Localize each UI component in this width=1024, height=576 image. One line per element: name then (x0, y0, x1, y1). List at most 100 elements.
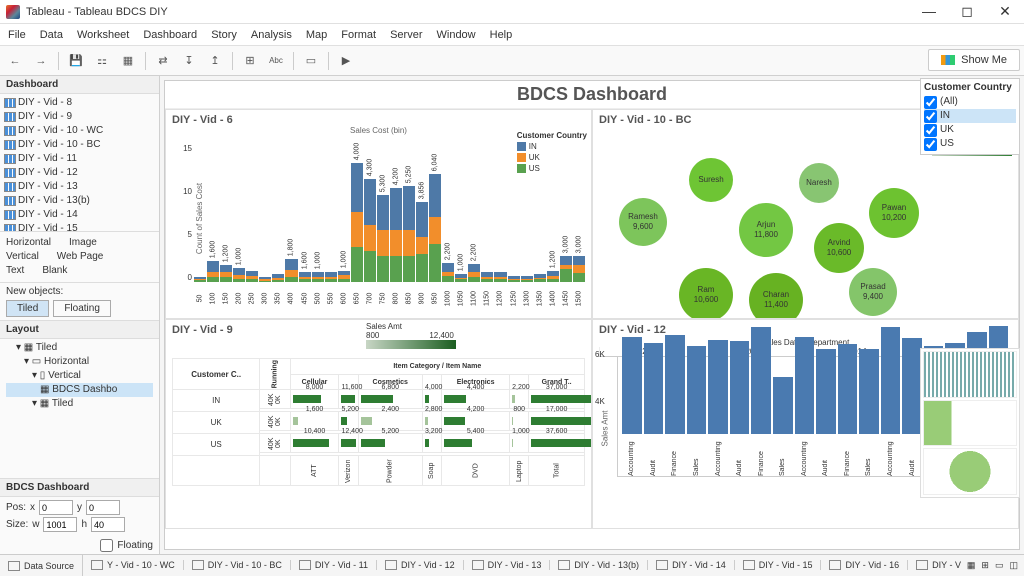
menu-map[interactable]: Map (306, 29, 327, 41)
menu-analysis[interactable]: Analysis (251, 29, 292, 41)
obj-image[interactable]: Image (69, 236, 97, 250)
menu-server[interactable]: Server (390, 29, 422, 41)
fit-button[interactable]: ▭ (300, 50, 322, 72)
size-h-input[interactable] (91, 517, 125, 532)
menu-dashboard[interactable]: Dashboard (143, 29, 197, 41)
tree-item[interactable]: ▾ ▭ Horizontal (6, 355, 153, 369)
group-button[interactable]: ⊞ (239, 50, 261, 72)
sheet-item[interactable]: DIY - Vid - 13 (0, 180, 159, 194)
sheet-item[interactable]: DIY - Vid - 15 (0, 222, 159, 232)
sheet-item[interactable]: DIY - Vid - 14 (0, 208, 159, 222)
dashboard-panel-header: Dashboard (0, 76, 159, 94)
data-source-tab[interactable]: Data Source (0, 555, 83, 576)
sheet-tab[interactable]: DIY - Vid - 16 (821, 560, 908, 570)
filmstrip-icon[interactable]: ◫ (1009, 560, 1018, 571)
sheet-tab[interactable]: DIY - Vid - 15 (735, 560, 822, 570)
sheet-item[interactable]: DIY - Vid - 11 (0, 152, 159, 166)
sheet-item[interactable]: DIY - Vid - 10 - BC (0, 138, 159, 152)
pos-x-input[interactable] (39, 500, 73, 515)
sheet-item[interactable]: DIY - Vid - 12 (0, 166, 159, 180)
toolbar: ← → 💾 ⚏ ▦ ⇄ ↧ ↥ ⊞ Abc ▭ ▶ Show Me (0, 46, 1024, 76)
viz-diy-vid-6[interactable]: DIY - Vid - 6 Sales Cost (bin) Count of … (165, 109, 592, 319)
floating-checkbox[interactable] (100, 539, 113, 552)
pos-y-input[interactable] (86, 500, 120, 515)
menu-window[interactable]: Window (437, 29, 476, 41)
new-story-icon[interactable]: ▭ (995, 560, 1004, 571)
tree-item[interactable]: ▾ ▦ Tiled (6, 341, 153, 355)
filter-item-uk[interactable]: UK (924, 123, 1016, 137)
left-panel: Dashboard DIY - Vid - 8 DIY - Vid - 9 DI… (0, 76, 160, 554)
sheet-tab[interactable]: Y - Vid - 10 - WC (83, 560, 184, 570)
filter-item-us[interactable]: US (924, 137, 1016, 151)
data-source-icon (8, 561, 20, 571)
obj-text[interactable]: Text (6, 264, 24, 278)
forward-button[interactable]: → (30, 50, 52, 72)
thumb-icon (923, 351, 1017, 398)
obj-blank[interactable]: Blank (42, 264, 67, 278)
new-data-button[interactable]: ⚏ (91, 50, 113, 72)
sheet-list: DIY - Vid - 8 DIY - Vid - 9 DIY - Vid - … (0, 94, 159, 232)
minimize-button[interactable]: — (916, 3, 942, 20)
sheet-tab[interactable]: DIY - Vid - 12 (377, 560, 464, 570)
dashboard-canvas: Customer Country (All) IN UK US BDCS Das… (160, 76, 1024, 554)
abc-button[interactable]: Abc (265, 50, 287, 72)
menu-worksheet[interactable]: Worksheet (77, 29, 129, 41)
dashboard-title: BDCS Dashboard (165, 81, 1019, 109)
thumb-icon (923, 400, 1017, 447)
main-area: Dashboard DIY - Vid - 8 DIY - Vid - 9 DI… (0, 76, 1024, 554)
new-worksheet-icon[interactable]: ▦ (967, 560, 976, 571)
size-w-input[interactable] (43, 517, 77, 532)
sort-desc-button[interactable]: ↥ (204, 50, 226, 72)
menu-file[interactable]: File (8, 29, 26, 41)
sheet-item[interactable]: DIY - Vid - 10 - WC (0, 124, 159, 138)
back-button[interactable]: ← (4, 50, 26, 72)
sheet-item[interactable]: DIY - Vid - 13(b) (0, 194, 159, 208)
sheet-item[interactable]: DIY - Vid - 8 (0, 96, 159, 110)
titlebar: Tableau - Tableau BDCS DIY — ◻ ✕ (0, 0, 1024, 24)
show-me-icon (941, 55, 955, 65)
sort-asc-button[interactable]: ↧ (178, 50, 200, 72)
window-title: Tableau - Tableau BDCS DIY (26, 6, 916, 18)
tree-item[interactable]: ▾ ▦ Tiled (6, 397, 153, 411)
sheet-tab[interactable]: DIY - Vid - 10 - BC (184, 560, 291, 570)
thumbnail-preview (920, 348, 1020, 498)
viz-diy-vid-9[interactable]: DIY - Vid - 9 Sales Amt 80012,400 Custom… (165, 319, 592, 529)
filter-item-all[interactable]: (All) (924, 95, 1016, 109)
sheet-tab[interactable]: DIY - Vid - 17 (908, 560, 961, 570)
sheet-tab[interactable]: DIY - Vid - 13(b) (550, 560, 648, 570)
tree-item[interactable]: ▾ ▯ Vertical (6, 369, 153, 383)
swap-button[interactable]: ⇄ (152, 50, 174, 72)
tiled-button[interactable]: Tiled (6, 300, 49, 317)
close-button[interactable]: ✕ (992, 3, 1018, 20)
obj-webpage[interactable]: Web Page (57, 250, 104, 264)
menu-story[interactable]: Story (211, 29, 237, 41)
new-dashboard-icon[interactable]: ⊞ (981, 560, 989, 571)
thumb-icon (923, 448, 1017, 495)
obj-horizontal[interactable]: Horizontal (6, 236, 51, 250)
sheet-tabs: Data Source Y - Vid - 10 - WCDIY - Vid -… (0, 554, 1024, 576)
dashboard-objects: Horizontal Image Vertical Web Page Text Bla… (0, 232, 159, 283)
menubar: File Data Worksheet Dashboard Story Anal… (0, 24, 1024, 46)
floating-button[interactable]: Floating (53, 300, 111, 317)
item-properties: BDCS Dashboard Pos: x y Size: w h (0, 478, 159, 537)
show-me-button[interactable]: Show Me (928, 49, 1020, 71)
filter-item-in[interactable]: IN (924, 109, 1016, 123)
dashboard: BDCS Dashboard DIY - Vid - 6 Sales Cost … (164, 80, 1020, 550)
sheet-item[interactable]: DIY - Vid - 9 (0, 110, 159, 124)
save-button[interactable]: 💾 (65, 50, 87, 72)
sheet-tab[interactable]: DIY - Vid - 13 (464, 560, 551, 570)
sheet-tab[interactable]: DIY - Vid - 11 (291, 560, 377, 570)
menu-format[interactable]: Format (341, 29, 376, 41)
sheet-tab[interactable]: DIY - Vid - 14 (648, 560, 735, 570)
layout-panel: Layout ▾ ▦ Tiled ▾ ▭ Horizontal ▾ ▯ Vert… (0, 320, 159, 478)
presentation-button[interactable]: ▶ (335, 50, 357, 72)
maximize-button[interactable]: ◻ (954, 3, 980, 20)
app-logo-icon (6, 5, 20, 19)
menu-data[interactable]: Data (40, 29, 63, 41)
filter-customer-country: Customer Country (All) IN UK US (920, 78, 1020, 155)
menu-help[interactable]: Help (490, 29, 513, 41)
new-sheet-button[interactable]: ▦ (117, 50, 139, 72)
new-objects: New objects: Tiled Floating (0, 283, 159, 320)
obj-vertical[interactable]: Vertical (6, 250, 39, 264)
tree-item-selected[interactable]: ▦ BDCS Dashbo (6, 383, 153, 397)
